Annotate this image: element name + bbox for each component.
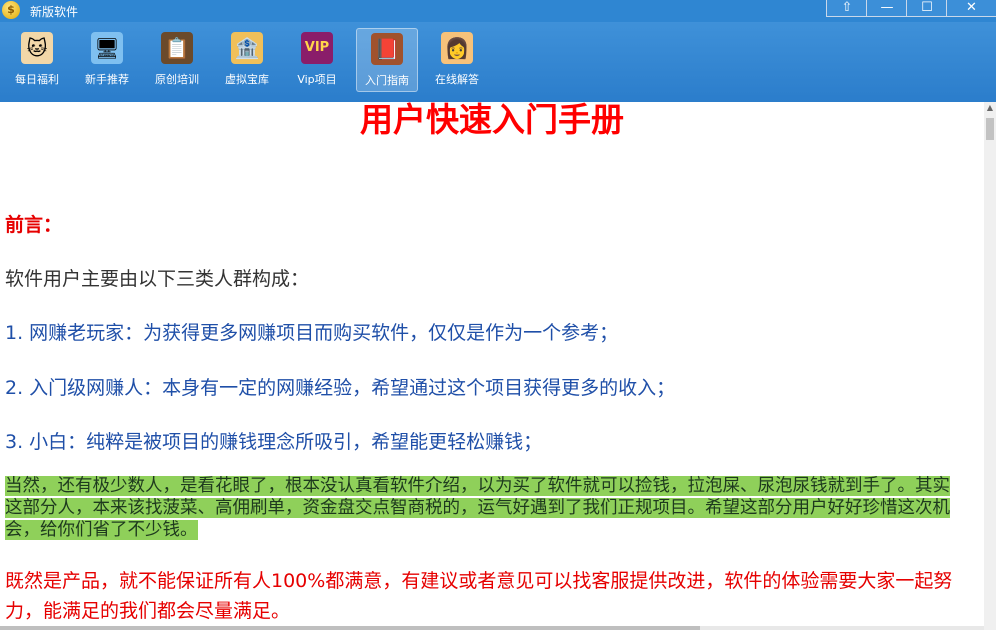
blackboard-icon: 📋 — [161, 32, 193, 64]
monitor-icon: 🖥 — [91, 32, 123, 64]
app-logo-icon: $ — [2, 1, 20, 19]
vip-icon: VIP — [301, 32, 333, 64]
vertical-scrollbar[interactable]: ▲ — [984, 102, 996, 630]
highlighted-text: 当然，还有极少数人，是看花眼了，根本没认真看软件介绍，以为买了软件就可以捡钱，拉… — [5, 476, 950, 540]
preface-heading: 前言： — [5, 214, 63, 236]
maximize-button[interactable]: ☐ — [906, 0, 948, 17]
tab-vip-projects[interactable]: VIP Vip项目 — [287, 28, 347, 90]
tab-label: 每日福利 — [15, 73, 59, 86]
scroll-thumb[interactable] — [986, 118, 994, 140]
skin-button[interactable]: ⇧ — [826, 0, 868, 17]
title-bar: $ 新版软件 ⇧ — ☐ ✕ — [0, 0, 996, 22]
warehouse-icon: 🏦 — [231, 32, 263, 64]
support-agent-icon: 👩 — [441, 32, 473, 64]
tab-daily-benefits[interactable]: 🐱 每日福利 — [7, 28, 67, 90]
tab-original-training[interactable]: 📋 原创培训 — [147, 28, 207, 90]
minimize-button[interactable]: — — [866, 0, 908, 17]
document-view[interactable]: 用户快速入门手册 前言： 软件用户主要由以下三类人群构成： 1. 网赚老玩家：为… — [0, 102, 984, 630]
list-item: 2. 入门级网赚人：本身有一定的网赚经验，希望通过这个项目获得更多的收入； — [5, 377, 676, 399]
guide-book-icon: 📕 — [371, 33, 403, 65]
tab-getting-started-guide[interactable]: 📕 入门指南 — [356, 28, 418, 92]
tab-newbie-recommend[interactable]: 🖥 新手推荐 — [77, 28, 137, 90]
document-title: 用户快速入门手册 — [360, 102, 624, 139]
list-item: 1. 网赚老玩家：为获得更多网赚项目而购买软件，仅仅是作为一个参考； — [5, 322, 619, 344]
app-window: $ 新版软件 ⇧ — ☐ ✕ 🐱 每日福利 🖥 新手推荐 📋 原创培训 🏦 虚拟… — [0, 0, 996, 630]
lucky-cat-icon: 🐱 — [21, 32, 53, 64]
tab-label: 新手推荐 — [85, 73, 129, 86]
app-title: 新版软件 — [30, 5, 79, 19]
tab-label: 原创培训 — [155, 73, 199, 86]
highlighted-paragraph: 当然，还有极少数人，是看花眼了，根本没认真看软件介绍，以为买了软件就可以捡钱，拉… — [5, 475, 967, 541]
horizontal-scrollbar[interactable] — [0, 626, 984, 630]
scroll-up-arrow-icon[interactable]: ▲ — [984, 102, 996, 114]
tab-label: 在线解答 — [435, 73, 479, 86]
closing-paragraph: 既然是产品，就不能保证所有人100%都满意，有建议或者意见可以找客服提供改进，软… — [5, 570, 953, 622]
horizontal-scroll-thumb[interactable] — [0, 626, 700, 630]
tab-label: 虚拟宝库 — [225, 73, 269, 86]
close-button[interactable]: ✕ — [946, 0, 996, 17]
tab-virtual-treasury[interactable]: 🏦 虚拟宝库 — [217, 28, 277, 90]
toolbar: 🐱 每日福利 🖥 新手推荐 📋 原创培训 🏦 虚拟宝库 VIP Vip项目 📕 … — [0, 22, 996, 102]
list-item: 3. 小白：纯粹是被项目的赚钱理念所吸引，希望能更轻松赚钱； — [5, 431, 543, 453]
tab-label: Vip项目 — [297, 73, 337, 86]
tab-online-support[interactable]: 👩 在线解答 — [427, 28, 487, 90]
intro-text: 软件用户主要由以下三类人群构成： — [5, 268, 310, 290]
tab-label: 入门指南 — [365, 74, 409, 87]
